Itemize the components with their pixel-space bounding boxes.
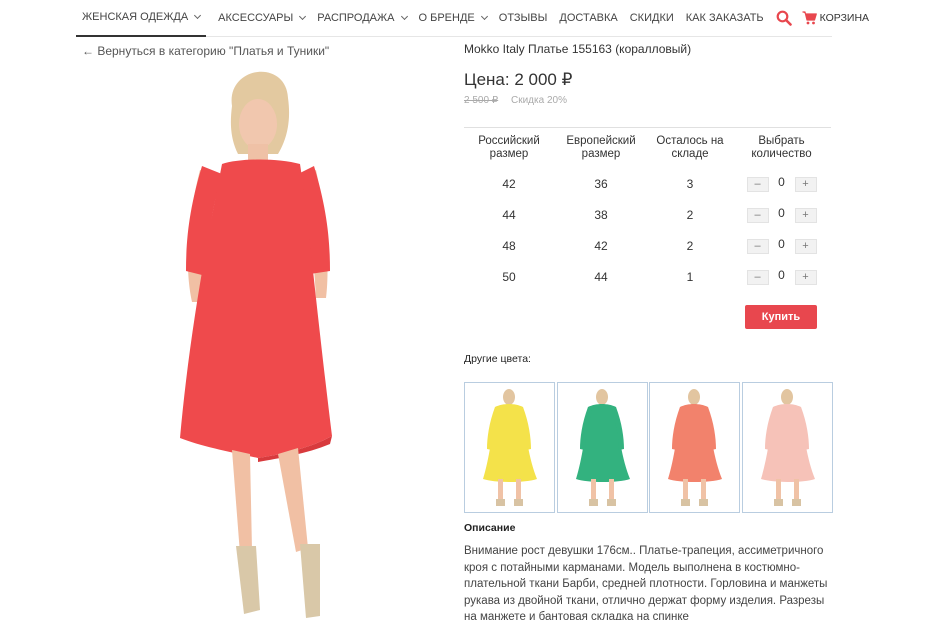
nav-item-4[interactable]: ОТЗЫВЫ: [499, 0, 548, 37]
size-row: 42 36 3 –0 +: [464, 168, 831, 199]
header-quantity: Выбрать количество: [751, 135, 812, 160]
chevron-down-icon: [480, 12, 488, 21]
quantity-value: 0: [778, 237, 785, 251]
nav-item-0[interactable]: ЖЕНСКАЯ ОДЕЖДА: [76, 0, 207, 37]
color-thumbnail: [575, 389, 630, 506]
quantity-decrease-button[interactable]: –: [746, 176, 769, 192]
nav-item-label: СКИДКИ: [629, 12, 674, 24]
discount-label: Скидка 20%: [511, 95, 567, 106]
product-title: Mokko Italy Платье 155163 (коралловый): [464, 42, 692, 56]
color-option-green[interactable]: [556, 382, 648, 513]
buy-button[interactable]: Купить: [745, 305, 817, 329]
cart-label: КОРЗИНА: [819, 12, 870, 24]
nav-item-label: О БРЕНДЕ: [418, 12, 475, 24]
size-cell-ru: 50: [502, 269, 516, 284]
size-cell-eu: 42: [594, 238, 608, 253]
quantity-value: 0: [778, 175, 785, 189]
back-to-category-link[interactable]: ← Вернуться в категорию "Платья и Туники…: [82, 44, 329, 58]
nav-right: КОРЗИНА: [776, 0, 869, 37]
color-option-salmon[interactable]: [649, 382, 740, 513]
quantity-increase-button[interactable]: +: [794, 176, 817, 192]
nav-item-6[interactable]: СКИДКИ: [630, 0, 674, 37]
nav-item-label: ЖЕНСКАЯ ОДЕЖДА: [82, 11, 189, 23]
chevron-down-icon: [299, 12, 307, 21]
color-thumbnail: [668, 389, 722, 506]
size-cell-ru: 42: [502, 176, 516, 191]
quantity-cell: –0 +: [732, 261, 831, 292]
quantity-value: 0: [778, 268, 785, 282]
size-cell-stock: 3: [686, 176, 694, 191]
quantity-stepper: –0 +: [746, 268, 817, 285]
nav-item-2[interactable]: РАСПРОДАЖА: [317, 0, 408, 37]
nav-item-label: ОТЗЫВЫ: [498, 12, 548, 24]
quantity-stepper: –0 +: [746, 175, 817, 192]
quantity-increase-button[interactable]: +: [794, 269, 817, 285]
header-stock: Осталось на складе: [656, 135, 724, 160]
nav-item-label: КАК ЗАКАЗАТЬ: [685, 12, 764, 24]
quantity-cell: –0 +: [732, 168, 831, 199]
size-cell-eu: 44: [594, 269, 608, 284]
size-cell-eu: 36: [594, 176, 608, 191]
product-price: Цена: 2 000 ₽: [464, 70, 573, 89]
chevron-down-icon: [400, 12, 408, 21]
size-row: 50 44 1 –0 +: [464, 261, 831, 292]
nav-menu: ЖЕНСКАЯ ОДЕЖДА АКСЕССУАРЫ РАСПРОДАЖА О БРЕН…: [76, 0, 776, 37]
quantity-decrease-button[interactable]: –: [746, 269, 769, 285]
quantity-increase-button[interactable]: +: [794, 207, 817, 223]
size-row: 48 42 2 –0 +: [464, 230, 831, 261]
description-text: Внимание рост девушки 176см.. Платье-тра…: [464, 545, 828, 620]
quantity-stepper: –0 +: [746, 206, 817, 223]
color-thumbnail: [483, 389, 537, 506]
cart-button[interactable]: КОРЗИНА: [802, 11, 869, 25]
color-option-yellow[interactable]: [464, 382, 555, 513]
other-colors-gallery: [464, 382, 834, 513]
size-cell-ru: 48: [502, 238, 516, 253]
quantity-decrease-button[interactable]: –: [746, 207, 769, 223]
nav-item-7[interactable]: КАК ЗАКАЗАТЬ: [686, 0, 764, 37]
header-eu-size: Европейский размер: [566, 135, 636, 160]
quantity-increase-button[interactable]: +: [794, 238, 817, 254]
size-cell-ru: 44: [502, 207, 516, 222]
old-price: 2 500 ₽: [464, 95, 499, 106]
nav-item-1[interactable]: АКСЕССУАРЫ: [218, 0, 307, 37]
search-icon[interactable]: [776, 10, 792, 26]
color-option-pink[interactable]: [741, 382, 833, 513]
size-cell-stock: 2: [686, 207, 694, 222]
other-colors-label: Другие цвета:: [464, 353, 531, 365]
size-table-header: Российский размер Европейский размер Ост…: [464, 128, 831, 168]
quantity-stepper: –0 +: [746, 237, 817, 254]
quantity-decrease-button[interactable]: –: [746, 238, 769, 254]
nav-item-label: ДОСТАВКА: [559, 12, 618, 24]
size-cell-eu: 38: [594, 207, 608, 222]
nav-item-3[interactable]: О БРЕНДЕ: [418, 0, 488, 37]
nav-item-label: РАСПРОДАЖА: [317, 12, 395, 24]
header-ru-size: Российский размер: [478, 135, 540, 160]
top-nav: ЖЕНСКАЯ ОДЕЖДА АКСЕССУАРЫ РАСПРОДАЖА О БРЕН…: [76, 0, 869, 37]
description-label: Описание: [464, 522, 516, 534]
quantity-value: 0: [778, 206, 785, 220]
cart-icon: [802, 11, 817, 25]
nav-item-5[interactable]: ДОСТАВКА: [559, 0, 617, 37]
size-cell-stock: 2: [686, 238, 694, 253]
size-cell-stock: 1: [686, 269, 694, 284]
quantity-cell: –0 +: [732, 199, 831, 230]
product-main-photo[interactable]: [160, 66, 440, 620]
nav-item-label: АКСЕССУАРЫ: [218, 12, 294, 24]
size-row: 44 38 2 –0 +: [464, 199, 831, 230]
quantity-cell: –0 +: [732, 230, 831, 261]
color-thumbnail: [760, 389, 815, 506]
size-table: Российский размер Европейский размер Ост…: [464, 127, 831, 292]
chevron-down-icon: [194, 11, 202, 20]
